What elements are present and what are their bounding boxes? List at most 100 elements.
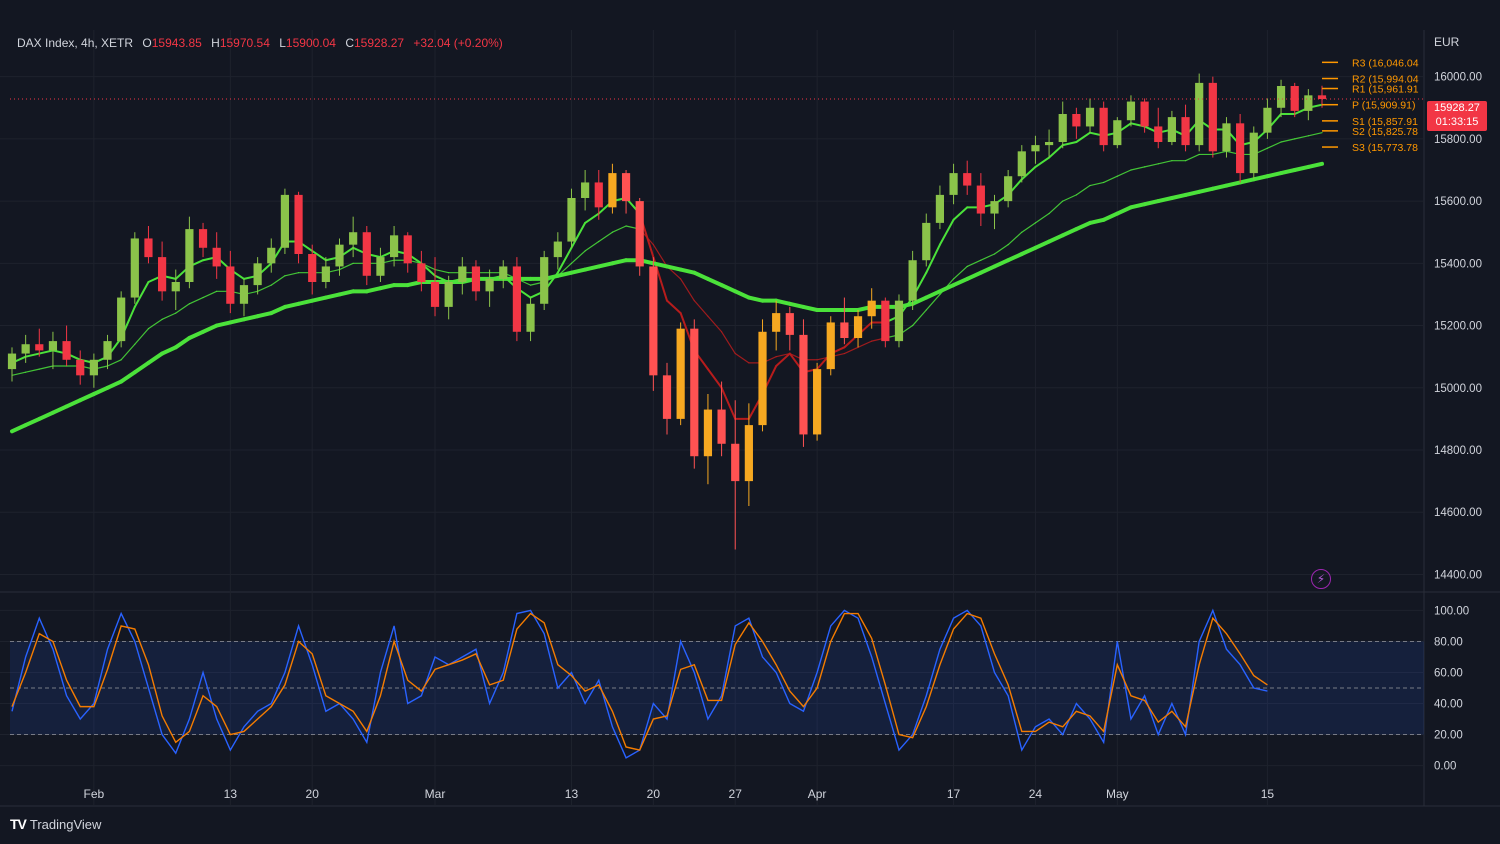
time-axis-label: 13 xyxy=(565,787,579,801)
candle-body xyxy=(1044,142,1054,146)
pivot-label: P (15,909.91) xyxy=(1352,100,1415,112)
candle-body xyxy=(1208,82,1217,152)
candle-body xyxy=(1017,151,1026,177)
candle-body xyxy=(963,173,972,186)
currency-label[interactable]: EUR xyxy=(1434,35,1459,49)
price-axis-label: 15800.00 xyxy=(1434,134,1482,146)
time-axis-label: 27 xyxy=(729,787,743,801)
candle-body xyxy=(621,173,631,202)
candle-body xyxy=(499,266,508,279)
candle-body xyxy=(540,257,549,304)
candle-body xyxy=(253,263,262,286)
candle-body xyxy=(1263,107,1272,133)
candle-body xyxy=(1236,123,1245,174)
candle-body xyxy=(703,409,713,457)
candle-body xyxy=(89,359,98,376)
low-label: L xyxy=(279,36,286,50)
candle-body xyxy=(62,341,71,360)
candle-body xyxy=(717,409,726,444)
candle-body xyxy=(458,266,467,282)
candle-body xyxy=(1154,126,1163,142)
candle-body xyxy=(1058,114,1067,142)
pivot-label: R1 (15,961.91 xyxy=(1352,84,1419,96)
price-axis-label: 16000.00 xyxy=(1434,72,1482,84)
high-label: H xyxy=(211,36,220,50)
candle-body xyxy=(1004,176,1013,202)
candle-body xyxy=(690,328,699,457)
candle-body xyxy=(417,263,426,282)
candle-body xyxy=(553,241,562,258)
candle-body xyxy=(853,316,863,338)
stoch-axis-label: 60.00 xyxy=(1434,667,1463,679)
candle-body xyxy=(362,232,371,276)
candle-body xyxy=(130,238,139,298)
time-axis-label: 24 xyxy=(1029,787,1043,801)
candle-body xyxy=(1113,120,1122,146)
change-value: +32.04 (+0.20%) xyxy=(413,36,503,50)
stoch-axis-label: 0.00 xyxy=(1434,761,1456,773)
price-axis-label: 14400.00 xyxy=(1434,569,1482,581)
tradingview-brand[interactable]: TV TradingView xyxy=(10,816,101,832)
stoch-axis-label: 100.00 xyxy=(1434,605,1469,617)
price-axis-label: 15000.00 xyxy=(1434,383,1482,395)
time-axis-label: May xyxy=(1106,787,1129,801)
candle-body xyxy=(922,222,931,261)
candle-body xyxy=(1072,114,1081,127)
brand-name: TradingView xyxy=(29,816,102,832)
candle-body xyxy=(103,341,112,360)
last-price-tag: 15928.27 01:33:15 xyxy=(1427,101,1487,131)
candle-body xyxy=(1249,132,1258,174)
time-axis-label: Mar xyxy=(425,787,446,801)
candle-body xyxy=(662,375,672,419)
candle-body xyxy=(239,285,249,304)
candle-body xyxy=(758,331,767,426)
candle-body xyxy=(226,266,235,304)
candle-body xyxy=(1181,117,1190,146)
candle-body xyxy=(21,344,30,354)
candle-body xyxy=(894,300,904,342)
time-axis-label: 15 xyxy=(1261,787,1275,801)
candle-body xyxy=(567,198,576,242)
time-axis-label: 20 xyxy=(306,787,320,801)
chart-canvas[interactable]: R3 (16,046.04R2 (15,994.04R1 (15,961.91P… xyxy=(0,0,1500,844)
candle-body xyxy=(935,194,945,223)
last-price: 15928.27 xyxy=(1434,102,1480,114)
candle-body xyxy=(1126,101,1136,121)
candle-body xyxy=(117,297,126,342)
low-value: 15900.04 xyxy=(285,36,336,50)
candle-body xyxy=(444,282,453,307)
candle-body xyxy=(512,266,521,332)
candle-body xyxy=(744,425,753,482)
symbol-info[interactable]: DAX Index, 4h, XETR xyxy=(17,36,133,50)
candle-body xyxy=(1195,82,1204,146)
time-axis-label: 13 xyxy=(224,787,238,801)
price-axis-label: 15400.00 xyxy=(1434,258,1482,270)
candle-body xyxy=(185,229,194,282)
high-value: 15970.54 xyxy=(219,36,270,50)
candle-body xyxy=(76,359,85,376)
candle-body xyxy=(471,266,481,292)
candle-body xyxy=(1140,101,1149,127)
open-value: 15943.85 xyxy=(151,36,202,50)
candle-body xyxy=(294,194,303,254)
close-value: 15928.27 xyxy=(354,36,405,50)
stoch-axis-label: 20.00 xyxy=(1434,730,1463,742)
candle-body xyxy=(826,322,835,370)
candle-body xyxy=(267,247,276,264)
candle-body xyxy=(976,185,985,214)
candle-body xyxy=(608,173,617,208)
candle-body xyxy=(1085,107,1095,127)
candle-body xyxy=(280,194,290,248)
candle-body xyxy=(799,334,808,435)
stoch-axis-label: 40.00 xyxy=(1434,699,1463,711)
stoch-axis-label: 80.00 xyxy=(1434,636,1463,648)
price-axis-label: 14800.00 xyxy=(1434,445,1482,457)
bar-countdown: 01:33:15 xyxy=(1435,116,1479,128)
candle-body xyxy=(198,229,208,248)
stochastic-band xyxy=(10,640,1424,736)
lightning-icon[interactable]: ⚡ xyxy=(1311,569,1331,589)
candle-body xyxy=(321,266,330,282)
time-axis-label: 17 xyxy=(947,787,961,801)
candle-body xyxy=(35,344,44,351)
open-label: O xyxy=(142,36,152,50)
